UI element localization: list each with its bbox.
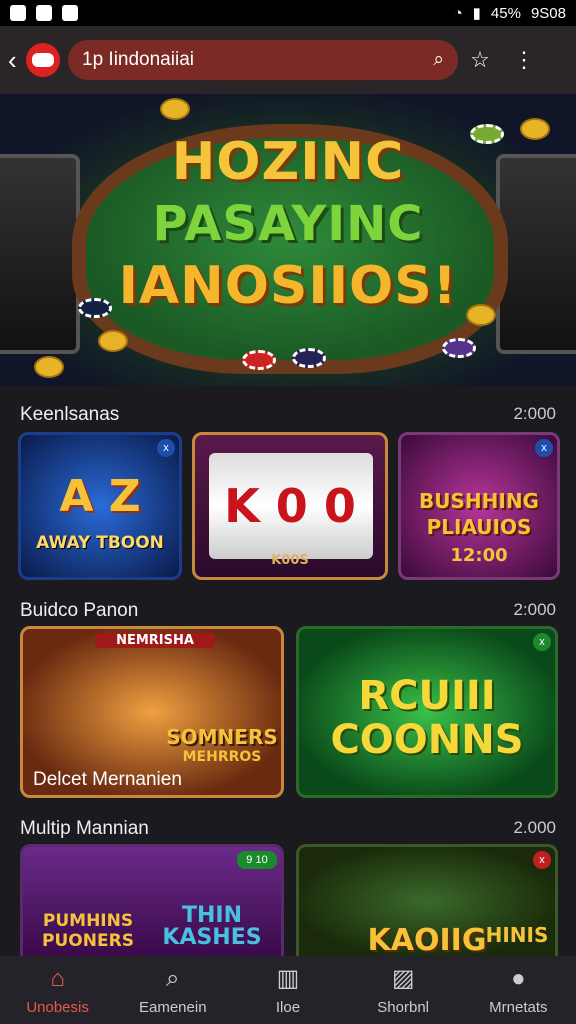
card-value: 12:00 [450, 545, 508, 566]
game-card[interactable]: K 0 0 K00S [192, 432, 388, 580]
bottom-nav: ⌂ Unobesis ⌕ Eamenein ▥ Iloe ▨ Shorbnl ●… [0, 956, 576, 1024]
close-icon[interactable]: x [533, 633, 551, 651]
user-icon: ● [511, 964, 526, 992]
nav-label: Iloe [275, 999, 301, 1016]
clock: 9S08 [530, 4, 566, 22]
favorite-star-icon[interactable]: ☆ [458, 47, 502, 73]
section-header: Multip Mannian 2.000 [20, 818, 556, 840]
more-menu-icon[interactable]: ⋮ [502, 47, 546, 73]
card-title: RCUIII [358, 673, 496, 719]
status-bar: ◔ ▮ 45% 9S08 [0, 0, 576, 26]
card-badge: 9 10 [237, 851, 277, 869]
back-icon[interactable]: ‹ [8, 45, 26, 76]
battery-text: 45% [490, 4, 521, 22]
card-title: BUSHHING [419, 489, 539, 513]
search-bar[interactable]: 1p Iindonaiiai ⌕ [68, 40, 458, 80]
nav-item-home[interactable]: ⌂ Unobesis [8, 965, 108, 1016]
search-icon: ⌕ [166, 964, 180, 992]
search-icon[interactable]: ⌕ [433, 49, 444, 71]
card-subtitle: K00S [271, 553, 309, 568]
nav-label: Mrnetats [489, 998, 548, 1016]
section-title: Multip Mannian [20, 818, 149, 839]
search-input[interactable]: 1p Iindonaiiai [82, 49, 194, 71]
section-count[interactable]: 2:000 [513, 600, 556, 622]
game-card[interactable]: x A Z AWAY TBOON [18, 432, 182, 580]
card-caption: Delcet Mernanien [33, 769, 182, 790]
alarm-icon: ◔ [453, 4, 463, 22]
game-card[interactable]: 9 10 PUMHINS PUONERS THIN KASHES [20, 844, 284, 956]
card-subtitle: COONNS [330, 717, 524, 763]
close-icon[interactable]: x [535, 439, 553, 457]
game-card[interactable]: NEMRISHA SOMNERS MEHRROS Delcet Mernanie… [20, 626, 284, 798]
close-icon[interactable]: x [157, 439, 175, 457]
compass-icon [62, 5, 78, 21]
nav-label: Eamenein [139, 998, 207, 1016]
tools-icon [36, 5, 52, 21]
signal-icon: ▮ [472, 5, 481, 22]
app-header: ‹ 1p Iindonaiiai ⌕ ☆ ⋮ [0, 26, 576, 94]
card-title: A Z [59, 471, 141, 522]
game-card[interactable]: x BUSHHING PLIAUIOS 12:00 [398, 432, 560, 580]
hero-title-line1: HOZINC [171, 132, 405, 192]
hero-title-line2: PASAYINC [152, 196, 424, 252]
card-title: SOMNERS [166, 725, 278, 749]
coin [34, 356, 64, 378]
card-ribbon: NEMRISHA [95, 633, 215, 648]
section-header: Keenlsanas 2:000 [20, 404, 556, 426]
nav-item-stats[interactable]: ▥ Iloe [238, 964, 338, 1016]
card-subtitle: PLIAUIOS [426, 515, 532, 539]
close-icon[interactable]: x [533, 851, 551, 869]
section-count[interactable]: 2:000 [513, 404, 556, 426]
card-subtitle: HINIS [485, 923, 549, 947]
app-logo[interactable] [26, 43, 60, 77]
poker-chip [442, 338, 476, 358]
hero-title-line3: IANOSIIOS! [118, 256, 458, 316]
card-subtitle-2: KASHES [162, 925, 262, 950]
mail-icon [10, 5, 26, 21]
nav-label: Shorbnl [377, 999, 429, 1016]
poker-chip [242, 350, 276, 370]
chart-icon: ▥ [276, 965, 300, 992]
card-subtitle: MEHRROS [182, 749, 262, 765]
section-header: Buidco Panon 2:000 [20, 600, 556, 622]
nav-label: Unobesis [26, 998, 89, 1016]
coin [98, 330, 128, 352]
nav-item-gallery[interactable]: ▨ Shorbnl [353, 964, 453, 1016]
game-card[interactable]: x RCUIII COONNS [296, 626, 558, 798]
home-icon: ⌂ [50, 964, 65, 992]
card-subtitle: AWAY TBOON [36, 533, 164, 553]
section-title: Keenlsanas [20, 404, 120, 425]
nav-item-search[interactable]: ⌕ Eamenein [123, 965, 223, 1016]
poker-chip [292, 348, 326, 368]
nav-item-profile[interactable]: ● Mrnetats [468, 965, 568, 1016]
coin [160, 98, 190, 120]
image-icon: ▨ [391, 965, 415, 992]
section-title: Buidco Panon [20, 600, 139, 621]
card-title: K 0 0 [224, 479, 356, 533]
section-count[interactable]: 2.000 [513, 818, 556, 840]
game-card[interactable]: x KAOIIG HINIS [296, 844, 558, 956]
